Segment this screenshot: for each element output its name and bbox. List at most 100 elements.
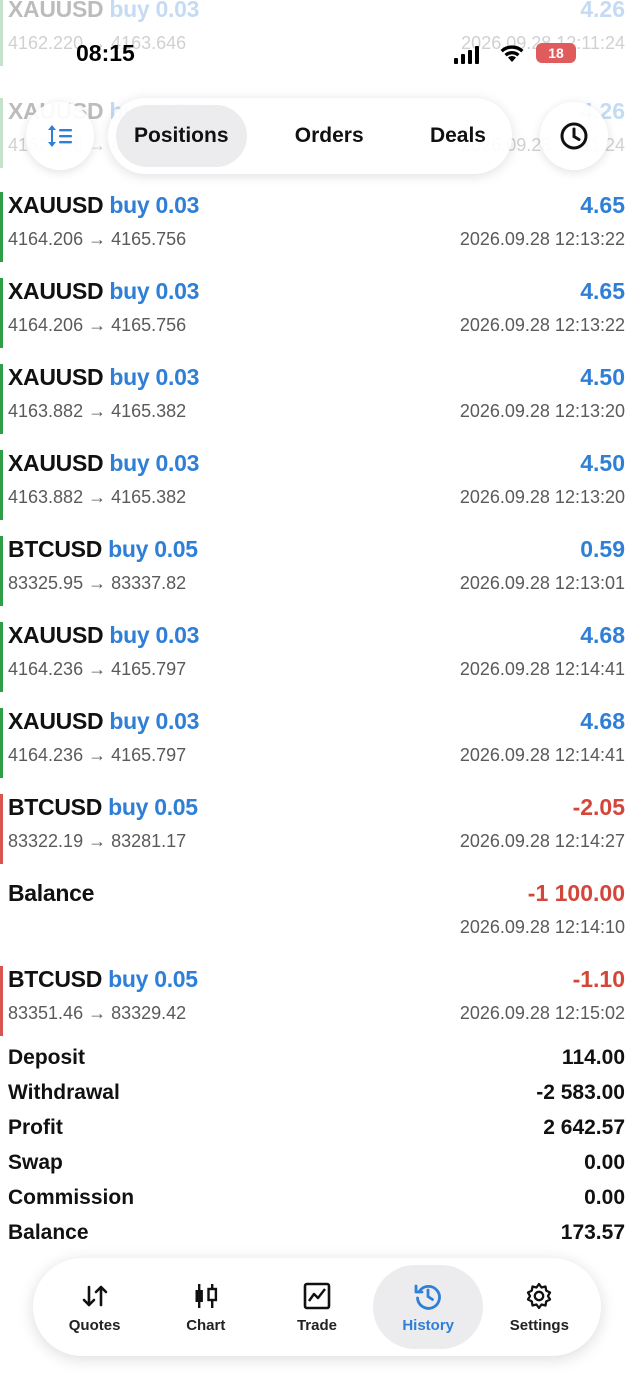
trade-icon xyxy=(303,1282,331,1309)
summary-value: -2 583.00 xyxy=(536,1080,625,1104)
deal-side: buy 0.03 xyxy=(109,364,200,390)
deal-prices: 83322.19 → 83281.17 xyxy=(8,831,187,851)
deal-symbol: XAUUSD xyxy=(8,192,104,218)
deal-time: 2026.09.28 12:13:20 xyxy=(459,401,625,421)
deal-symbol: XAUUSD xyxy=(8,622,104,648)
deal-profit: 0.59 xyxy=(580,536,625,562)
history-icon xyxy=(414,1284,441,1310)
summary-row: Profit 2 642.57 xyxy=(0,1110,638,1145)
deal-row[interactable]: XAUUSD buy 0.03 4.50 4163.882 → 4165.382 20… xyxy=(0,442,638,528)
summary-panel: Deposit 114.00 Withdrawal -2 583.00 Profit 2 … xyxy=(0,1040,638,1250)
deal-prices: 83351.46 → 83329.42 xyxy=(8,1003,187,1023)
deal-result-bar xyxy=(0,622,3,692)
period-button[interactable] xyxy=(540,102,608,170)
nav-history[interactable]: History xyxy=(373,1265,484,1349)
deal-prices: 4163.882 → 4165.382 xyxy=(8,487,187,507)
nav-trade[interactable]: Trade xyxy=(262,1265,372,1349)
tab-positions[interactable]: Positions xyxy=(116,105,247,167)
deal-title: XAUUSD buy 0.03 xyxy=(8,622,199,649)
balance-row[interactable]: Balance -1 100.00 2026.09.28 12:14:10 xyxy=(0,872,638,958)
deal-title: XAUUSD buy 0.03 xyxy=(8,364,199,391)
deal-result-bar xyxy=(0,708,3,778)
summary-label: Profit xyxy=(8,1115,63,1139)
deal-title: BTCUSD buy 0.05 xyxy=(8,794,198,821)
nav-settings[interactable]: Settings xyxy=(484,1265,594,1349)
deal-title: XAUUSD buy 0.03 xyxy=(8,192,199,219)
deal-prices: 4164.206 → 4165.756 xyxy=(8,229,187,249)
tab-bar: Positions Orders Deals xyxy=(108,98,512,174)
summary-label: Deposit xyxy=(8,1045,86,1069)
deal-row[interactable]: BTCUSD buy 0.05 -2.05 83322.19 → 83281.17 2… xyxy=(0,786,638,872)
deal-result-bar xyxy=(0,536,3,606)
deal-row[interactable]: XAUUSD buy 0.03 4.65 4164.206 → 4165.756 20… xyxy=(0,184,638,270)
deal-symbol: BTCUSD xyxy=(8,966,103,992)
deal-side: buy 0.03 xyxy=(109,192,200,218)
deal-symbol: XAUUSD xyxy=(8,708,104,734)
deal-symbol: XAUUSD xyxy=(8,450,104,476)
summary-row: Commission 0.00 xyxy=(0,1180,638,1215)
deal-title: BTCUSD buy 0.05 xyxy=(8,536,198,563)
deal-symbol: BTCUSD xyxy=(8,536,103,562)
deal-row[interactable]: BTCUSD buy 0.05 -1.10 83351.46 → 83329.42 2… xyxy=(0,958,638,1044)
deal-result-bar xyxy=(0,364,3,434)
deal-side: buy 0.03 xyxy=(109,708,200,734)
deal-result-bar xyxy=(0,98,3,168)
deal-result-bar xyxy=(0,794,3,864)
tab-deals[interactable]: Deals xyxy=(412,105,504,167)
deal-profit: 4.26 xyxy=(580,0,625,22)
deal-result-bar xyxy=(0,278,3,348)
deal-prices: 4164.236 → 4165.797 xyxy=(8,659,187,679)
nav-chart[interactable]: Chart xyxy=(151,1265,261,1349)
deal-time: 2026.09.28 12:13:01 xyxy=(459,573,625,593)
deal-prices: 4163.882 → 4165.382 xyxy=(8,401,187,421)
deal-row[interactable]: BTCUSD buy 0.05 0.59 83325.95 → 83337.82 20… xyxy=(0,528,638,614)
bottom-nav: Quotes Chart Trade History Settings xyxy=(33,1258,601,1356)
sort-icon xyxy=(48,125,72,147)
deal-profit: 4.65 xyxy=(580,278,625,304)
summary-label: Withdrawal xyxy=(8,1080,120,1104)
history-toolbar: Positions Orders Deals xyxy=(26,98,610,174)
deal-title: Balance xyxy=(8,880,94,907)
deal-row[interactable]: XAUUSD buy 0.03 4.68 4164.236 → 4165.797 20… xyxy=(0,614,638,700)
deal-row[interactable]: XAUUSD buy 0.03 4.65 4164.206 → 4165.756 20… xyxy=(0,270,638,356)
deal-time: 2026.09.28 12:14:41 xyxy=(459,659,625,679)
deal-time: 2026.09.28 12:14:41 xyxy=(459,745,625,765)
deal-profit: 4.68 xyxy=(580,622,625,648)
deal-title: XAUUSD buy 0.03 xyxy=(8,450,199,477)
status-bar: 08:15 18 xyxy=(0,36,638,76)
summary-value: 0.00 xyxy=(584,1150,625,1174)
deal-time: 2026.09.28 12:13:22 xyxy=(459,229,625,249)
deal-symbol: Balance xyxy=(8,880,95,906)
clock-icon xyxy=(560,122,588,150)
summary-value: 2 642.57 xyxy=(543,1115,625,1139)
summary-row: Balance 173.57 xyxy=(0,1215,638,1250)
deal-prices: 4164.236 → 4165.797 xyxy=(8,745,187,765)
deal-side: buy 0.03 xyxy=(109,278,200,304)
deal-side: buy 0.05 xyxy=(108,794,198,820)
summary-label: Swap xyxy=(8,1150,63,1174)
deal-row[interactable]: XAUUSD buy 0.03 4.50 4163.882 → 4165.382 20… xyxy=(0,356,638,442)
summary-row: Withdrawal -2 583.00 xyxy=(0,1075,638,1110)
deal-profit: 4.68 xyxy=(580,708,625,734)
deal-title: BTCUSD buy 0.05 xyxy=(8,966,198,993)
summary-row: Swap 0.00 xyxy=(0,1145,638,1180)
sort-button[interactable] xyxy=(26,102,94,170)
deal-symbol: XAUUSD xyxy=(8,0,104,22)
deal-row[interactable]: XAUUSD buy 0.03 4.68 4164.236 → 4165.797 20… xyxy=(0,700,638,786)
cellular-signal-icon xyxy=(454,46,479,64)
tab-orders[interactable]: Orders xyxy=(277,105,382,167)
wifi-icon xyxy=(500,45,524,62)
chart-icon xyxy=(195,1283,217,1308)
deal-symbol: XAUUSD xyxy=(8,364,104,390)
deal-side: buy 0.05 xyxy=(108,536,198,562)
deal-side: buy 0.05 xyxy=(108,966,198,992)
nav-quotes[interactable]: Quotes xyxy=(40,1265,150,1349)
deal-time: 2026.09.28 12:13:22 xyxy=(459,315,625,335)
deal-profit: 4.50 xyxy=(580,450,625,476)
summary-label: Balance xyxy=(8,1220,89,1244)
deal-title: XAUUSD buy 0.03 xyxy=(8,278,199,305)
summary-value: 114.00 xyxy=(561,1045,625,1069)
history-screen: XAUUSD buy 0.03 4.26 4162.220 → 4163.646 20… xyxy=(0,0,638,1388)
deal-side: buy 0.03 xyxy=(109,450,200,476)
deal-result-bar xyxy=(0,192,3,262)
